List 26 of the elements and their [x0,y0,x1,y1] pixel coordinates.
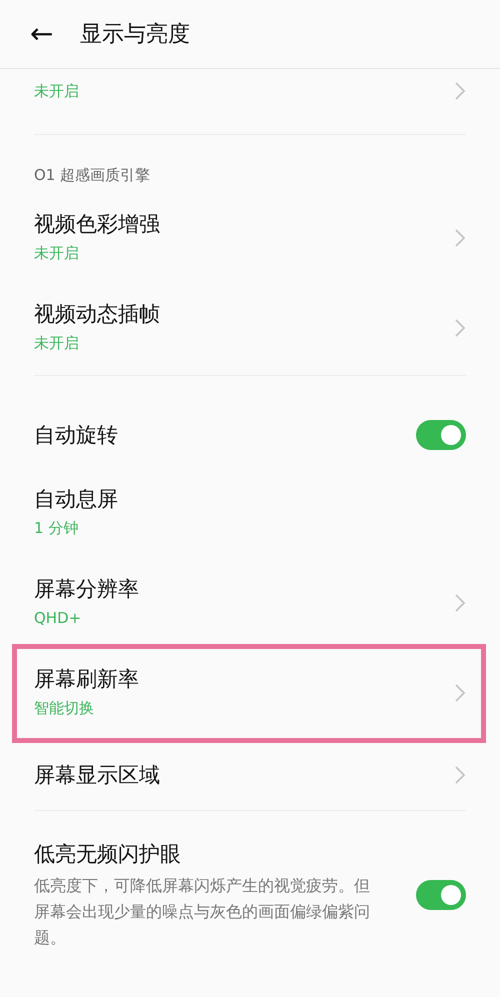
chevron-icon[interactable] [454,765,466,785]
setting-value: 智能切换 [34,698,95,719]
page-title: 显示与亮度 [80,21,190,49]
toggle-switch[interactable] [416,880,466,910]
chevron-icon[interactable] [454,228,466,248]
setting-description: 低亮度下，可降低屏幕闪烁产生的视觉疲劳。但屏幕会出现少量的噪点与灰色的画面偏绿偏紫问题。 [34,875,371,949]
setting-value: QHD+ [34,608,82,629]
chevron-icon[interactable] [454,81,466,101]
chevron-icon[interactable] [454,318,466,338]
setting-value: 未开启 [34,243,80,264]
chevron-icon[interactable] [454,593,466,613]
setting-title[interactable]: 自动息屏 [34,484,466,514]
chevron-icon[interactable] [454,683,466,703]
setting-value: 未开启 [34,333,80,354]
setting-title[interactable]: 自动旋转 [34,420,416,450]
setting-title[interactable]: 屏幕分辨率 [34,574,454,604]
setting-title[interactable]: 低亮无频闪护眼 [34,839,416,869]
setting-value: 未开启 [34,81,80,102]
back-button[interactable]: ← [30,20,80,48]
setting-title[interactable]: 视频色彩增强 [34,209,454,239]
setting-title[interactable]: 屏幕显示区域 [34,760,454,790]
toggle-switch[interactable] [416,420,466,450]
setting-title[interactable]: 屏幕刷新率 [34,664,454,694]
setting-value: 1 分钟 [34,518,80,539]
section-label: O1 超感画质引擎 [33,165,152,186]
setting-title[interactable]: 视频动态插帧 [34,299,454,329]
